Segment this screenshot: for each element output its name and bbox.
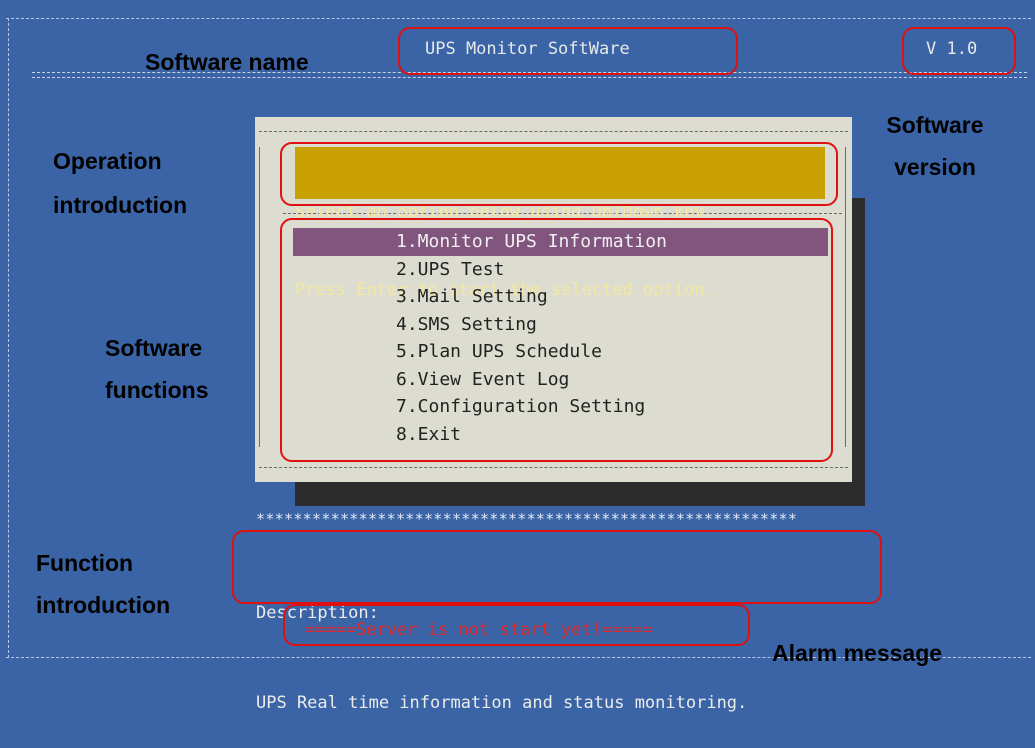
operation-intro-highlight-box: [280, 142, 838, 206]
annotation-software-name: Software name: [145, 49, 309, 75]
top-border-line: [6, 18, 1031, 19]
alarm-message-highlight-box: [283, 604, 750, 646]
dialog-top-border: [259, 131, 848, 132]
annotation-operation-intro-line2: introduction: [53, 192, 188, 218]
dialog-right-border: [845, 147, 846, 447]
annotation-function-intro-line1: Function: [36, 550, 134, 576]
annotation-software-version: Software version: [862, 110, 1008, 182]
function-intro-highlight-box: [232, 530, 882, 604]
annotation-function-intro-line2: introduction: [36, 592, 171, 618]
annotation-software-version-line1: Software: [886, 112, 984, 138]
annotation-software-functions-line1: Software: [105, 335, 203, 361]
annotation-software-functions: Software functions: [105, 333, 209, 405]
annotation-software-version-line2: version: [894, 154, 976, 180]
software-functions-highlight-box: [280, 218, 833, 462]
software-name-highlight-box: [398, 27, 738, 75]
left-border-line: [8, 18, 9, 658]
annotation-operation-introduction: Operation introduction: [53, 146, 187, 220]
annotation-alarm-message: Alarm message: [772, 640, 943, 666]
annotation-operation-intro-line1: Operation: [53, 148, 162, 174]
dialog-bottom-border: [259, 467, 848, 468]
dialog-left-border: [259, 147, 260, 447]
annotation-software-functions-line2: functions: [105, 377, 209, 403]
star-separator: ****************************************…: [256, 510, 798, 528]
annotation-function-introduction: Function introduction: [36, 548, 170, 620]
description-text: UPS Real time information and status mon…: [256, 693, 748, 713]
software-version-highlight-box: [902, 27, 1016, 75]
